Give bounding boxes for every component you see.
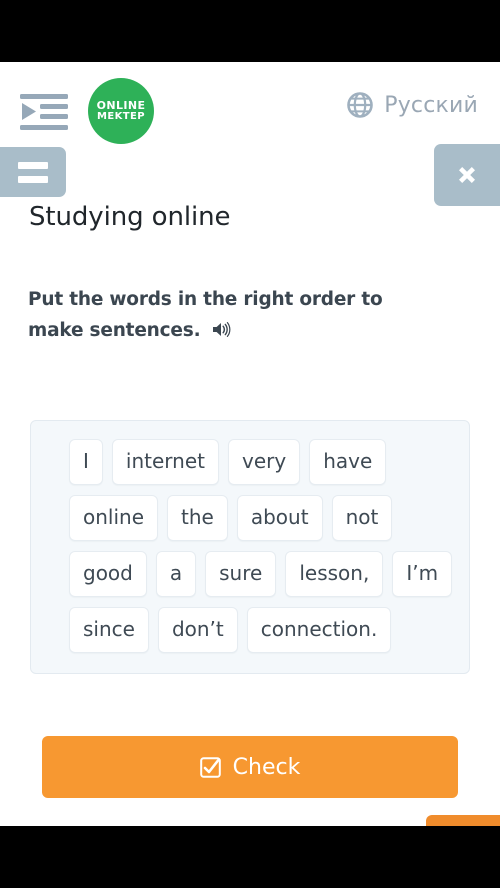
task-prompt: Put the words in the right order to make… (28, 284, 428, 346)
onlinemektep-logo[interactable]: ONLINE MEKTEP (88, 78, 154, 144)
language-switcher[interactable]: Русский (347, 92, 478, 118)
indent-list-icon[interactable] (20, 92, 68, 132)
word-chip[interactable]: don’t (157, 607, 238, 653)
word-chip[interactable]: lesson, (285, 551, 384, 597)
report-problem-button[interactable] (426, 815, 500, 826)
word-chip[interactable]: internet (111, 439, 219, 485)
word-row: good a sure lesson, I’m (43, 551, 457, 597)
menu-tab-button[interactable] (0, 147, 66, 197)
word-chip[interactable]: very (227, 439, 301, 485)
app-header: ONLINE MEKTEP Русский (0, 62, 500, 144)
menu-bar-1 (18, 161, 48, 169)
word-chip[interactable]: online (69, 495, 159, 541)
check-button-label: Check (232, 754, 301, 780)
word-row: online the about not (43, 495, 457, 541)
close-button[interactable] (434, 144, 500, 206)
word-chip[interactable]: I’m (392, 551, 453, 597)
word-row: since don’t connection. (43, 607, 457, 653)
word-chip[interactable]: about (236, 495, 323, 541)
letterbox-top (0, 0, 500, 62)
word-chip[interactable]: since (69, 607, 149, 653)
word-chip[interactable]: good (69, 551, 147, 597)
app-viewport: ONLINE MEKTEP Русский Studying online Pu… (0, 62, 500, 826)
page-title: Studying online (29, 202, 231, 232)
word-chip[interactable]: connection. (246, 607, 392, 653)
word-chip[interactable]: not (331, 495, 393, 541)
logo-line-2: MEKTEP (97, 110, 145, 122)
word-chip[interactable]: have (309, 439, 387, 485)
language-label: Русский (384, 92, 478, 118)
logo-line-1: ONLINE (96, 99, 146, 113)
checkbox-checked-icon (199, 756, 221, 778)
close-icon (454, 162, 480, 188)
letterbox-bottom (0, 826, 500, 888)
check-button[interactable]: Check (42, 736, 458, 798)
word-row: I internet very have (43, 439, 457, 485)
word-chip[interactable]: the (167, 495, 228, 541)
speaker-icon[interactable] (212, 318, 231, 337)
word-chip[interactable]: a (155, 551, 197, 597)
word-chip[interactable]: sure (205, 551, 277, 597)
globe-icon (347, 92, 374, 118)
task-prompt-text: Put the words in the right order to make… (28, 289, 383, 341)
screen: ONLINE MEKTEP Русский Studying online Pu… (0, 0, 500, 888)
menu-bar-2 (18, 175, 48, 183)
word-bank: I internet very have online the about no… (30, 420, 470, 674)
word-chip[interactable]: I (69, 439, 103, 485)
